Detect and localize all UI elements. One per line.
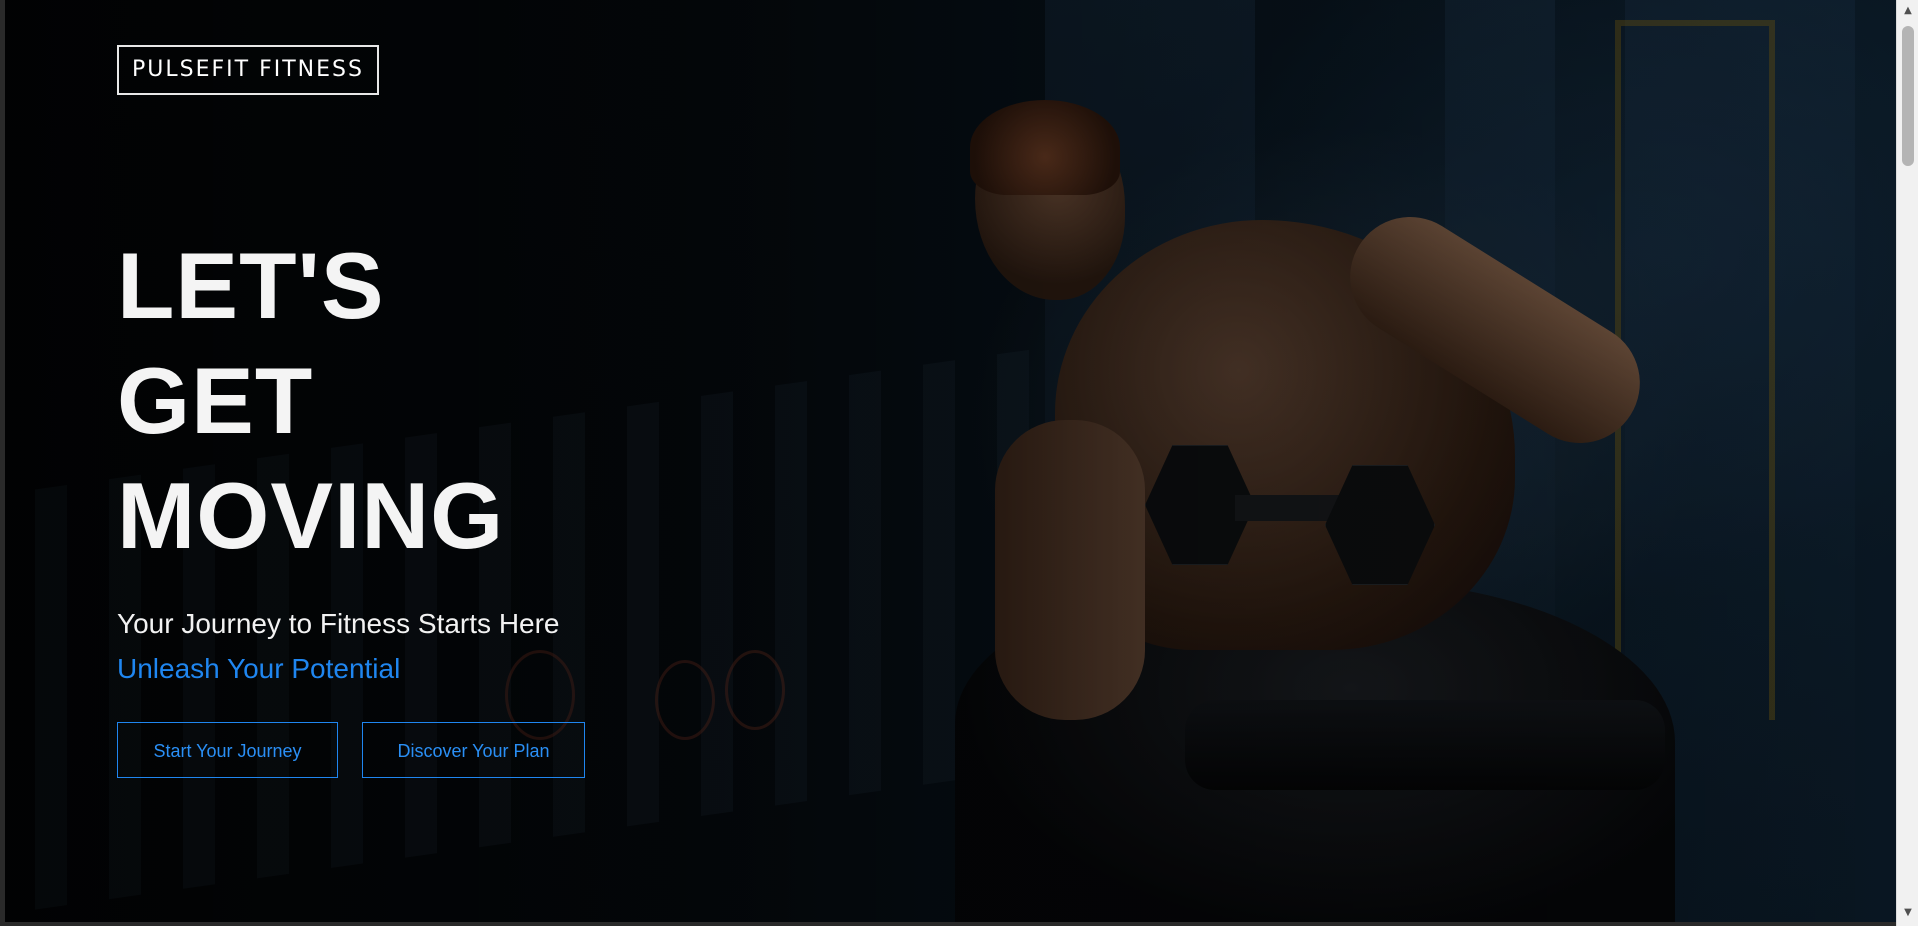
discover-plan-button[interactable]: Discover Your Plan: [362, 722, 585, 778]
hero-tagline: Unleash Your Potential: [117, 653, 401, 684]
scroll-up-arrow-icon[interactable]: ▲: [1897, 2, 1918, 20]
hero-subtitle: Your Journey to Fitness Starts Here: [117, 608, 560, 639]
start-journey-button[interactable]: Start Your Journey: [117, 722, 338, 778]
hero-title: LET'S GET MOVING: [117, 228, 504, 573]
page-viewport: PULSEFIT FITNESS LET'S GET MOVING Your J…: [5, 0, 1896, 922]
brand-logo[interactable]: PULSEFIT FITNESS: [117, 45, 379, 95]
hero-title-line: MOVING: [117, 463, 505, 568]
scroll-down-arrow-icon[interactable]: ▼: [1897, 904, 1918, 922]
hero-title-line: LET'S: [117, 233, 385, 338]
window-bottom-edge: [0, 922, 1896, 926]
browser-window: PULSEFIT FITNESS LET'S GET MOVING Your J…: [0, 0, 1918, 926]
vertical-scrollbar[interactable]: ▲ ▼: [1896, 0, 1918, 926]
scrollbar-thumb[interactable]: [1902, 26, 1914, 166]
hero-title-line: GET: [117, 348, 314, 453]
